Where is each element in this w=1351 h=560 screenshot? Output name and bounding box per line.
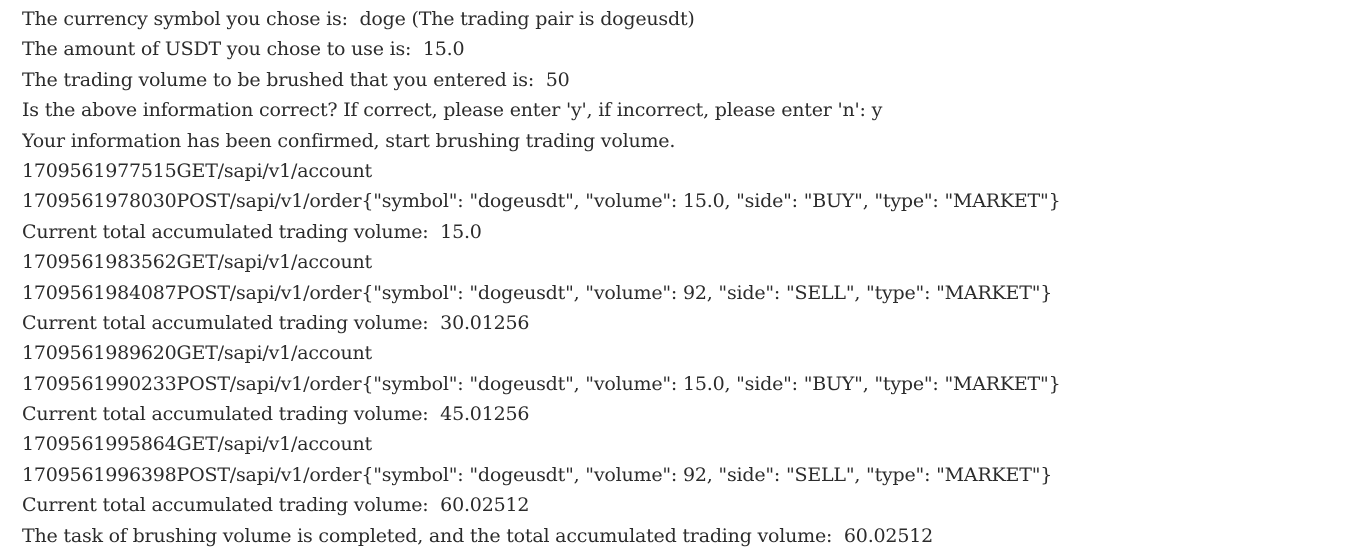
console-line: 1709561996398POST/sapi/v1/order{"symbol"… (22, 463, 1053, 486)
console-line: 1709561989620GET/sapi/v1/account (22, 342, 372, 365)
console-line: 1709561977515GET/sapi/v1/account (22, 159, 372, 182)
console-line: 1709561983562GET/sapi/v1/account (22, 251, 372, 274)
console-line: Your information has been confirmed, sta… (22, 129, 676, 152)
console-line: 1709561984087POST/sapi/v1/order{"symbol"… (22, 281, 1053, 304)
console-line: The trading volume to be brushed that yo… (22, 68, 570, 91)
console-line: Is the above information correct? If cor… (22, 99, 883, 122)
console-line: The amount of USDT you chose to use is: … (22, 38, 465, 61)
console-output: The currency symbol you chose is: doge (… (22, 4, 1341, 551)
console-line: 1709561978030POST/sapi/v1/order{"symbol"… (22, 190, 1061, 213)
console-line: Current total accumulated trading volume… (22, 220, 482, 243)
console-line: Current total accumulated trading volume… (22, 311, 530, 334)
console-line: The currency symbol you chose is: doge (… (22, 8, 695, 30)
console-line: 1709561990233POST/sapi/v1/order{"symbol"… (22, 372, 1061, 395)
console-line: Current total accumulated trading volume… (22, 494, 530, 517)
console-line: Current total accumulated trading volume… (22, 403, 530, 426)
console-line: The task of brushing volume is completed… (22, 524, 933, 547)
console-line: 1709561995864GET/sapi/v1/account (22, 433, 372, 456)
